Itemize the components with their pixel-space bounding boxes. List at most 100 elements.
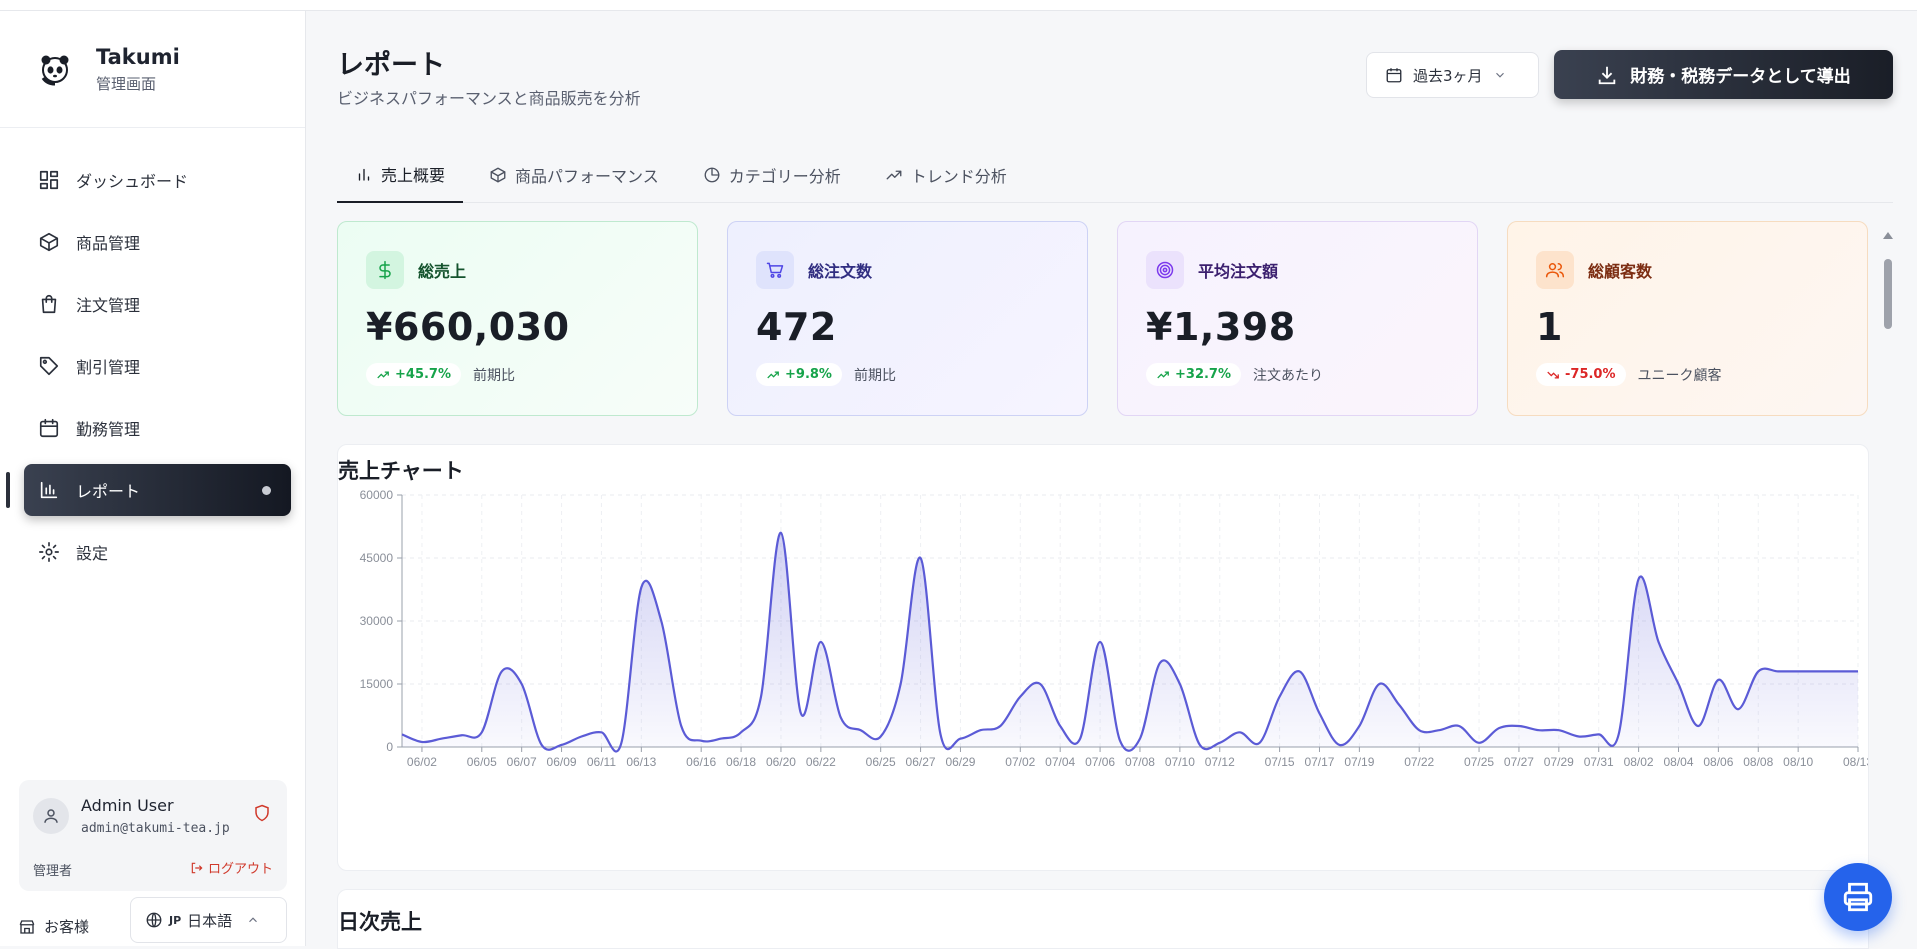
tab-sales-overview[interactable]: 売上概要 [337,147,464,203]
trending-down-icon [1547,371,1559,379]
x-tick-label: 07/15 [1265,755,1295,769]
customer-link[interactable]: お客様 [18,916,89,937]
sales-area [402,532,1858,752]
card-note: 前期比 [853,367,896,384]
tab-category-analysis[interactable]: カテゴリー分析 [685,147,859,203]
sidebar-item-reports[interactable]: レポート [6,464,291,516]
card-header: 総注文数 [756,251,1059,289]
customer-label: お客様 [44,918,90,936]
globe-icon [146,912,162,928]
card-note: ユニーク顧客 [1637,367,1722,384]
change-value: +32.7% [1175,367,1231,382]
calendar-icon [39,418,59,438]
change-badge: +32.7% [1146,363,1241,386]
sidebar-item-label: レポート [76,482,141,501]
chevron-up-icon [249,917,258,923]
card-icon-wrap [1536,251,1574,289]
x-tick-label: 06/16 [686,755,716,769]
brand-subtitle: 管理画面 [96,74,157,93]
brand-title: Takumi [96,44,180,69]
export-label: 財務・税務データとして導出 [1630,67,1851,87]
tab-trend-analysis[interactable]: トレンド分析 [867,147,1025,203]
card-value: 472 [756,305,837,349]
user-email: admin@takumi-tea.jp [81,821,230,836]
logout-icon [191,862,203,873]
top-border [0,0,1917,11]
period-select[interactable]: 過去3ヶ月 [1366,52,1539,98]
sidebar-item-products[interactable]: 商品管理 [24,216,291,268]
sidebar-item-dashboard[interactable]: ダッシュボード [24,154,291,206]
x-tick-label: 07/04 [1045,755,1075,769]
active-indicator [6,472,10,508]
x-tick-label: 06/13 [626,755,656,769]
language-code: JP [169,913,182,927]
sidebar-item-shifts[interactable]: 勤務管理 [24,402,291,454]
page-subtitle: ビジネスパフォーマンスと商品販売を分析 [337,89,641,108]
card-title: 総売上 [418,262,467,281]
sidebar-item-orders[interactable]: 注文管理 [24,278,291,330]
x-tick-label: 07/17 [1304,755,1334,769]
change-value: +9.8% [785,367,832,382]
tab-label: 売上概要 [381,166,446,185]
x-tick-label: 07/25 [1464,755,1494,769]
report-tabs: 売上概要 商品パフォーマンス カテゴリー分析 トレンド分析 [337,147,1893,203]
y-tick-label: 60000 [360,488,394,502]
card-icon-wrap [366,251,404,289]
trending-up-icon [1157,370,1169,378]
scrollbar[interactable] [1881,221,1895,331]
x-tick-label: 07/19 [1344,755,1374,769]
logout-label: ログアウト [207,862,273,877]
target-icon [1156,261,1174,279]
tag-icon [39,356,59,376]
kpi-cards: 総売上 ¥660,030 +45.7% 前期比 総注文数 472 +9.8% 前… [337,221,1869,416]
pie-chart-icon [704,167,720,183]
card-title: 総注文数 [808,262,873,281]
sidebar-item-label: ダッシュボード [76,172,189,191]
card-note: 注文あたり [1253,367,1323,384]
daily-sales-card: 日次売上 [337,889,1869,949]
sidebar-item-label: 商品管理 [76,234,141,253]
x-tick-label: 06/29 [945,755,975,769]
card-icon-wrap [756,251,794,289]
bar-chart-icon [358,168,370,181]
shield-icon [255,804,269,822]
x-tick-label: 07/29 [1544,755,1574,769]
calendar-icon [1386,68,1402,83]
change-badge: -75.0% [1536,363,1626,386]
language-label: 日本語 [187,911,233,930]
daily-sales-title: 日次売上 [338,910,422,934]
card-icon-wrap [1146,251,1184,289]
print-button[interactable] [1824,863,1892,931]
card-header: 総売上 [366,251,669,289]
tab-label: カテゴリー分析 [728,167,841,186]
card-footer: +32.7% 注文あたり [1146,363,1449,386]
kpi-card-total-orders: 総注文数 472 +9.8% 前期比 [727,221,1088,416]
user-role: 管理者 [33,864,73,879]
tab-product-performance[interactable]: 商品パフォーマンス [471,147,677,203]
logout-button[interactable]: ログアウト [190,858,273,877]
trending-up-icon [886,170,902,180]
sidebar-item-discounts[interactable]: 割引管理 [24,340,291,392]
user-name: Admin User [81,796,174,815]
sidebar-item-settings[interactable]: 設定 [24,526,291,578]
kpi-card-total-sales: 総売上 ¥660,030 +45.7% 前期比 [337,221,698,416]
x-tick-label: 08/02 [1624,755,1654,769]
export-button[interactable]: 財務・税務データとして導出 [1554,50,1893,99]
language-selector[interactable]: JP 日本語 [130,897,287,943]
x-tick-label: 08/04 [1663,755,1693,769]
sidebar-item-label: 設定 [76,544,109,563]
change-value: +45.7% [395,367,451,382]
box-icon [39,232,59,252]
x-tick-label: 06/27 [906,755,936,769]
sales-chart: 0 15000 30000 45000 60000 06/02 06/05 06/07 06/0… [360,488,1868,769]
x-tick-label: 06/07 [507,755,537,769]
download-icon [1599,66,1616,84]
user-card: Admin User admin@takumi-tea.jp 管理者 ログアウト [19,780,287,891]
x-tick-label: 08/06 [1703,755,1733,769]
main-content: レポート ビジネスパフォーマンスと商品販売を分析 過去3ヶ月 財務・税務データと… [307,11,1917,949]
tab-label: 商品パフォーマンス [515,167,659,186]
card-header: 総顧客数 [1536,251,1839,289]
box-icon [490,167,506,183]
x-tick-label: 06/09 [547,755,577,769]
period-label: 過去3ヶ月 [1413,66,1483,85]
